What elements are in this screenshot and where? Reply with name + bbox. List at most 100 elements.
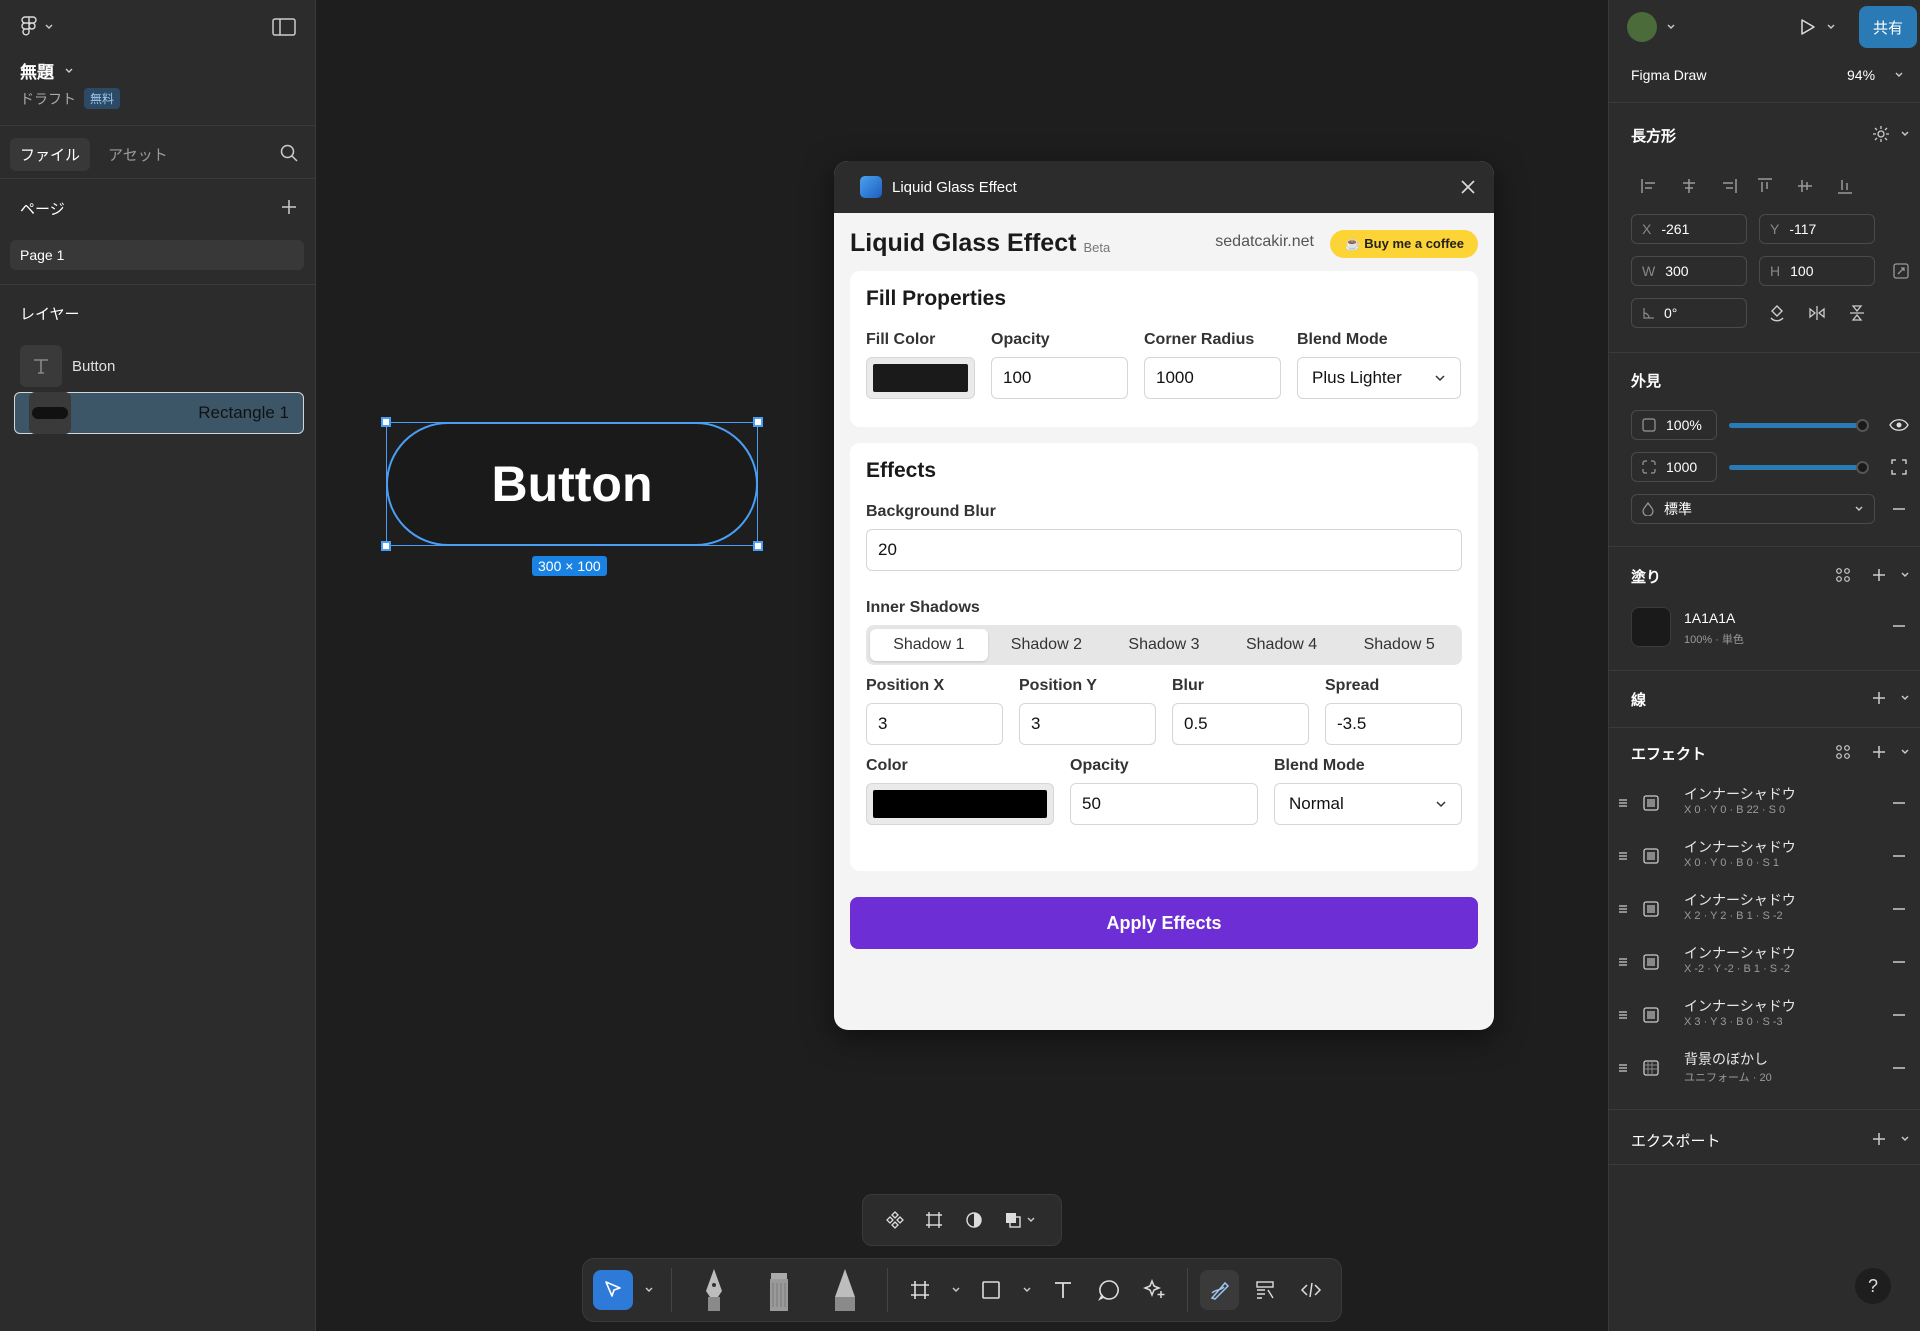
- sidebar-toggle-icon[interactable]: [270, 16, 298, 38]
- frame-selection-icon[interactable]: [915, 1200, 955, 1240]
- pencil-tool-icon[interactable]: [815, 1262, 875, 1318]
- boolean-operations-icon[interactable]: [994, 1200, 1049, 1240]
- file-title[interactable]: 無題: [20, 58, 74, 83]
- chevron-down-icon[interactable]: [1893, 563, 1917, 587]
- flip-horizontal-icon[interactable]: [1805, 301, 1829, 325]
- corner-radius-field[interactable]: 1000: [1631, 452, 1717, 482]
- drag-handle-icon[interactable]: [1611, 950, 1635, 974]
- remove-minus-icon[interactable]: [1887, 614, 1911, 638]
- fill-hex-value[interactable]: 1A1A1A: [1684, 610, 1735, 626]
- mask-icon[interactable]: [954, 1200, 994, 1240]
- page-item-page-1[interactable]: Page 1: [10, 240, 304, 270]
- effect-row[interactable]: インナーシャドウ X 0 · Y 0 · B 0 · S 1: [1609, 833, 1920, 883]
- zoom-level[interactable]: 94%: [1847, 67, 1875, 83]
- remove-minus-icon[interactable]: [1887, 844, 1911, 868]
- styles-grid-icon[interactable]: [1831, 740, 1855, 764]
- present-play-icon[interactable]: [1795, 15, 1819, 39]
- position-x-input[interactable]: 3: [866, 703, 1003, 745]
- chevron-down-icon[interactable]: [1893, 686, 1917, 710]
- remove-minus-icon[interactable]: [1887, 791, 1911, 815]
- pen-tool-icon[interactable]: [684, 1262, 744, 1318]
- shadow-tab-4[interactable]: Shadow 4: [1223, 629, 1341, 661]
- chevron-down-icon[interactable]: [1819, 15, 1843, 39]
- resize-handle-bottom-right[interactable]: [753, 541, 763, 551]
- close-icon[interactable]: [1456, 175, 1480, 199]
- background-blur-icon[interactable]: [1639, 1056, 1663, 1080]
- fill-color-swatch[interactable]: [866, 357, 975, 399]
- chevron-down-icon[interactable]: [1659, 15, 1683, 39]
- chevron-down-icon[interactable]: [946, 1270, 966, 1310]
- y-position-field[interactable]: Y -117: [1759, 214, 1875, 244]
- tab-file[interactable]: ファイル: [10, 138, 91, 171]
- align-top-icon[interactable]: [1753, 174, 1777, 198]
- dev-mode-code-icon[interactable]: [1291, 1270, 1331, 1310]
- resize-handle-top-right[interactable]: [753, 417, 763, 427]
- drag-handle-icon[interactable]: [1611, 844, 1635, 868]
- share-button[interactable]: 共有: [1859, 6, 1917, 48]
- text-tool-icon[interactable]: [1043, 1270, 1083, 1310]
- corner-radius-input[interactable]: 1000: [1144, 357, 1281, 399]
- background-blur-input[interactable]: 20: [866, 529, 1462, 571]
- shadow-color-swatch[interactable]: [866, 783, 1054, 825]
- layer-item-button[interactable]: Button: [14, 340, 304, 392]
- shadow-blend-select[interactable]: Normal: [1274, 783, 1462, 825]
- frame-tool-icon[interactable]: [900, 1270, 940, 1310]
- remove-minus-icon[interactable]: [1887, 1003, 1911, 1027]
- drag-handle-icon[interactable]: [1611, 897, 1635, 921]
- apply-effects-button[interactable]: Apply Effects: [850, 897, 1478, 949]
- help-button[interactable]: ?: [1855, 1268, 1891, 1304]
- align-bottom-icon[interactable]: [1833, 174, 1857, 198]
- constrain-proportions-icon[interactable]: [1889, 259, 1913, 283]
- drag-handle-icon[interactable]: [1611, 791, 1635, 815]
- inner-shadow-icon[interactable]: [1639, 1003, 1663, 1027]
- blur-input[interactable]: 0.5: [1172, 703, 1309, 745]
- draw-mode-icon[interactable]: [1199, 1270, 1240, 1310]
- flip-vertical-icon[interactable]: [1845, 301, 1869, 325]
- add-stroke-plus-icon[interactable]: [1867, 686, 1891, 710]
- comment-tool-icon[interactable]: [1089, 1270, 1129, 1310]
- opacity-slider-knob[interactable]: [1856, 419, 1869, 432]
- rotation-field[interactable]: 0°: [1631, 298, 1747, 328]
- marker-tool-icon[interactable]: [749, 1262, 809, 1318]
- author-site-link[interactable]: sedatcakir.net: [1215, 233, 1314, 251]
- plugin-titlebar[interactable]: Liquid Glass Effect: [834, 161, 1494, 213]
- opacity-slider-track[interactable]: [1729, 419, 1869, 432]
- remove-minus-icon[interactable]: [1887, 950, 1911, 974]
- radius-slider-track[interactable]: [1729, 461, 1869, 474]
- height-field[interactable]: H 100: [1759, 256, 1875, 286]
- resize-handle-bottom-left[interactable]: [381, 541, 391, 551]
- chevron-down-icon[interactable]: [1893, 122, 1917, 146]
- width-field[interactable]: W 300: [1631, 256, 1747, 286]
- move-tool-icon[interactable]: [593, 1270, 633, 1310]
- position-y-input[interactable]: 3: [1019, 703, 1156, 745]
- shadow-opacity-input[interactable]: 50: [1070, 783, 1258, 825]
- layer-item-rectangle-1[interactable]: Rectangle 1: [14, 392, 304, 434]
- tab-assets[interactable]: アセット: [98, 138, 178, 171]
- user-avatar[interactable]: [1627, 12, 1657, 42]
- drag-handle-icon[interactable]: [1611, 1056, 1635, 1080]
- inner-shadow-icon[interactable]: [1639, 844, 1663, 868]
- layer-opacity-field[interactable]: 100%: [1631, 410, 1717, 440]
- chevron-down-icon[interactable]: [1017, 1270, 1037, 1310]
- component-icon[interactable]: [875, 1200, 915, 1240]
- add-export-plus-icon[interactable]: [1867, 1127, 1891, 1151]
- add-page-plus-icon[interactable]: [278, 196, 300, 218]
- effect-row[interactable]: インナーシャドウ X -2 · Y -2 · B 1 · S -2: [1609, 939, 1920, 989]
- ai-actions-icon[interactable]: [1135, 1270, 1175, 1310]
- add-effect-plus-icon[interactable]: [1867, 740, 1891, 764]
- rotate-icon[interactable]: [1765, 301, 1789, 325]
- eye-visibility-icon[interactable]: [1887, 413, 1911, 437]
- shadow-tab-2[interactable]: Shadow 2: [988, 629, 1106, 661]
- buy-me-a-coffee-button[interactable]: ☕ Buy me a coffee: [1330, 230, 1478, 258]
- shadow-tab-5[interactable]: Shadow 5: [1340, 629, 1458, 661]
- align-left-icon[interactable]: [1637, 174, 1661, 198]
- chevron-down-icon[interactable]: [1887, 63, 1911, 87]
- align-vertical-center-icon[interactable]: [1793, 174, 1817, 198]
- fill-opacity-input[interactable]: 100: [991, 357, 1128, 399]
- effect-row[interactable]: インナーシャドウ X 3 · Y 3 · B 0 · S -3: [1609, 992, 1920, 1042]
- resize-handle-top-left[interactable]: [381, 417, 391, 427]
- chevron-down-icon[interactable]: [1893, 1127, 1917, 1151]
- remove-minus-icon[interactable]: [1887, 897, 1911, 921]
- x-position-field[interactable]: X -261: [1631, 214, 1747, 244]
- component-options-icon[interactable]: [1869, 122, 1893, 146]
